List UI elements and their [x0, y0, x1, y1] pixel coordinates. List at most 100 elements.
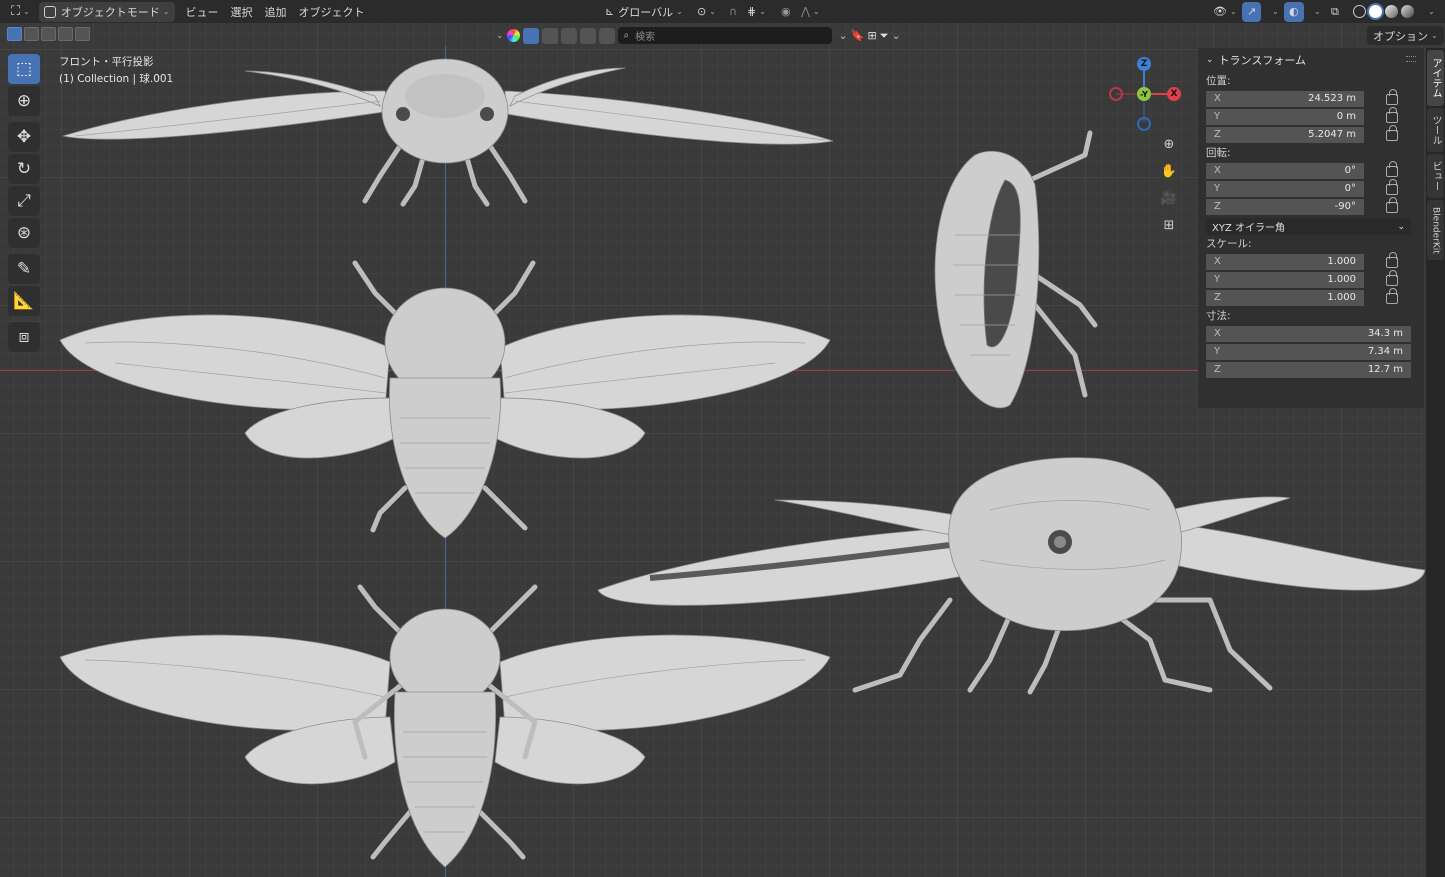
gizmo-neg-z-axis[interactable]	[1137, 117, 1151, 131]
rendered-shading-icon[interactable]	[1401, 5, 1414, 18]
gizmo-neg-x-axis[interactable]	[1109, 87, 1123, 101]
overlay-toggle[interactable]: ◐	[1284, 1, 1304, 22]
lock-icon[interactable]	[1386, 88, 1398, 105]
wireframe-shading-icon[interactable]	[1353, 5, 1366, 18]
material-filter-icon[interactable]	[560, 27, 577, 44]
cursor-tool[interactable]: ⊕	[8, 86, 40, 116]
lock-icon[interactable]	[1386, 160, 1398, 177]
rotate-tool[interactable]: ↻	[8, 154, 40, 184]
gizmo-z-axis[interactable]: Z	[1137, 57, 1151, 71]
transform-orientation-selector[interactable]: ⊾ グローバル ⌄	[600, 2, 688, 22]
select-difference-icon[interactable]	[58, 27, 73, 41]
menu-view[interactable]: ビュー	[181, 2, 224, 22]
bookmark-icon[interactable]: 🔖	[851, 29, 865, 42]
scale-y-row: Y 1.000	[1206, 269, 1424, 289]
lock-icon[interactable]	[1386, 124, 1398, 141]
gizmo-options-button[interactable]: ⌄	[1264, 2, 1284, 22]
dimensions-y-field[interactable]: Y 7.34 m	[1206, 343, 1411, 361]
dimensions-x-field[interactable]: X 34.3 m	[1206, 325, 1411, 343]
cicada-perspective-model[interactable]	[590, 450, 1426, 705]
lock-icon[interactable]	[1386, 287, 1398, 304]
proportional-edit-toggle[interactable]: ◉	[776, 2, 796, 22]
overlay-options-button[interactable]: ⌄	[1306, 2, 1326, 22]
rotation-x-field[interactable]: X 0°	[1206, 162, 1364, 180]
measure-tool[interactable]: 📐	[8, 286, 40, 316]
chevron-down-icon[interactable]: ⌄	[496, 31, 504, 41]
sphere-filter-icon[interactable]	[541, 27, 558, 44]
lock-icon[interactable]	[1386, 106, 1398, 123]
select-subtract-icon[interactable]	[41, 27, 56, 41]
select-intersect-icon[interactable]	[75, 27, 90, 41]
lock-icon[interactable]	[1386, 178, 1398, 195]
material-shading-icon[interactable]	[1385, 5, 1398, 18]
chevron-down-icon[interactable]: ⌄	[892, 29, 901, 42]
gizmo-toggle[interactable]: ↗	[1242, 1, 1262, 22]
visibility-selector[interactable]: 👁 ⌄	[1208, 2, 1242, 22]
cicada-side-view-model[interactable]	[925, 125, 1105, 415]
tab-tool[interactable]: ツール	[1427, 108, 1444, 152]
world-filter-icon[interactable]	[579, 27, 596, 44]
lock-icon[interactable]	[1386, 251, 1398, 268]
pivot-point-button[interactable]: ⊙ ⌄	[692, 2, 721, 22]
tab-blenderkit[interactable]: BlenderKit	[1427, 200, 1444, 260]
rotation-y-field[interactable]: Y 0°	[1206, 180, 1364, 198]
snap-increment-icon: ⋕	[747, 5, 757, 18]
editor-type-button[interactable]: ⛶ ⌄	[6, 2, 35, 22]
pan-hand-icon[interactable]: ✋	[1157, 159, 1181, 183]
move-tool[interactable]: ✥	[8, 122, 40, 152]
menu-select[interactable]: 選択	[226, 2, 258, 22]
gizmo-neg-y-axis[interactable]: -Y	[1137, 87, 1151, 101]
filter-icon[interactable]: ⏷	[880, 29, 889, 43]
transform-tool[interactable]: ⊛	[8, 218, 40, 248]
snap-target-button[interactable]: ⋕ ⌄	[742, 2, 771, 22]
select-box-tool[interactable]: ⬚	[8, 54, 40, 84]
mode-selector[interactable]: オブジェクトモード ⌄	[38, 1, 175, 22]
menu-add[interactable]: 追加	[260, 2, 292, 22]
camera-icon[interactable]: 🎥	[1157, 186, 1181, 210]
chevron-down-icon: ⌄	[1428, 7, 1435, 16]
pencil-icon: ✎	[16, 259, 32, 279]
transform-panel-header[interactable]: ⌄ トランスフォーム	[1198, 48, 1424, 72]
add-cube-tool[interactable]: ⧈	[8, 322, 40, 352]
options-dropdown[interactable]: オプション ⌄	[1367, 26, 1444, 45]
shading-modes[interactable]	[1348, 2, 1419, 22]
dimensions-z-field[interactable]: Z 12.7 m	[1206, 361, 1411, 379]
sidebar-panel: ⌄ トランスフォーム 位置: X 24.523 m Y0 m Z 5.2047 m …	[1198, 48, 1424, 408]
selection-mode-buttons[interactable]	[7, 27, 90, 41]
falloff-button[interactable]: ⋀ ⌄	[796, 2, 825, 22]
drag-grip-icon[interactable]	[1406, 56, 1416, 62]
snap-toggle[interactable]: ∩	[724, 2, 742, 22]
select-new-icon[interactable]	[7, 27, 22, 41]
rotation-z-field[interactable]: Z -90°	[1206, 198, 1364, 216]
scale-x-field[interactable]: X 1.000	[1206, 253, 1364, 271]
menu-object[interactable]: オブジェクト	[294, 2, 370, 22]
tab-view[interactable]: ビュー	[1427, 154, 1444, 198]
solid-shading-icon[interactable]	[1369, 5, 1382, 18]
tab-item[interactable]: アイテム	[1427, 50, 1444, 106]
annotate-tool[interactable]: ✎	[8, 254, 40, 284]
zoom-icon[interactable]: ⊕	[1157, 132, 1181, 156]
gizmo-x-axis[interactable]: X	[1167, 87, 1181, 101]
scale-z-field[interactable]: Z 1.000	[1206, 289, 1364, 307]
rotation-mode-select[interactable]: XYZ オイラー角 ⌄	[1206, 218, 1411, 235]
lock-icon[interactable]	[1386, 269, 1398, 286]
search-input[interactable]: ⌕ 検索	[617, 27, 832, 44]
scale-y-field[interactable]: Y 1.000	[1206, 271, 1364, 289]
scale-tool[interactable]: ⤢	[8, 186, 40, 216]
select-extend-icon[interactable]	[24, 27, 39, 41]
location-z-field[interactable]: Z 5.2047 m	[1206, 126, 1364, 144]
hand-filter-icon[interactable]	[598, 27, 615, 44]
dimensions-label: 寸法:	[1206, 310, 1231, 322]
location-x-field[interactable]: X 24.523 m	[1206, 90, 1364, 108]
grid-perspective-icon[interactable]: ⊞	[1157, 213, 1181, 237]
hierarchy-icon[interactable]: ⊞	[867, 29, 876, 42]
navigation-gizmo[interactable]: Z -Y X	[1104, 54, 1184, 134]
shading-options-button[interactable]: ⌄	[1420, 2, 1440, 22]
scale-icon: ⤢	[17, 191, 31, 211]
lock-icon[interactable]	[1386, 196, 1398, 213]
xray-toggle[interactable]: ⧉	[1326, 2, 1344, 22]
object-filter-icon[interactable]	[522, 27, 539, 44]
location-y-field[interactable]: Y0 m	[1206, 108, 1364, 126]
chevron-down-icon[interactable]: ⌄	[839, 29, 848, 42]
color-wheel-icon[interactable]	[506, 29, 520, 42]
